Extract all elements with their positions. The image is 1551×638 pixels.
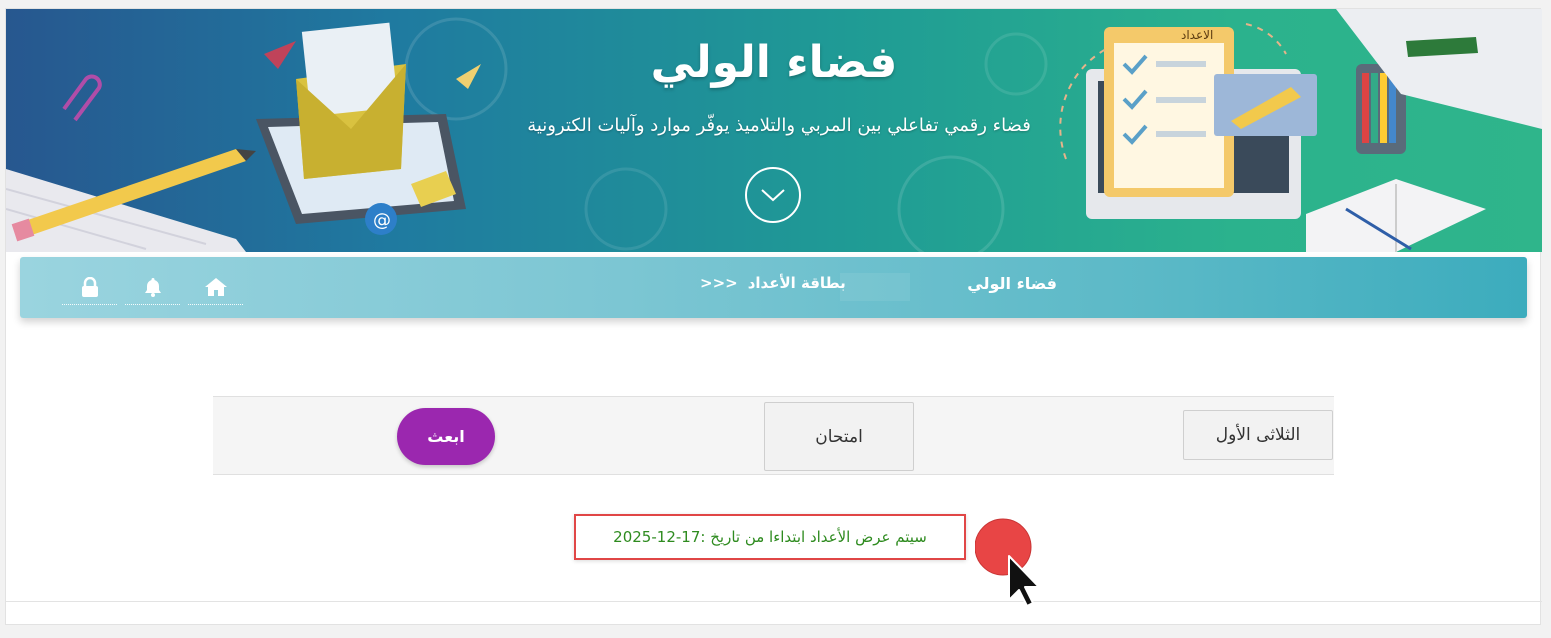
breadcrumb: بطاقة الأعداد <<< (700, 274, 846, 292)
nav-bar: بطاقة الأعداد <<< فضاء الولي (20, 257, 1527, 318)
hero-banner: @ الاعداد فضاء الولي فضاء رقمي تفاعلي بي… (6, 9, 1542, 252)
banner-subtitle: فضاء رقمي تفاعلي بين المربي والتلاميذ يو… (527, 115, 1031, 136)
lock-button[interactable] (62, 269, 117, 305)
nav-title[interactable]: فضاء الولي (967, 274, 1057, 293)
banner-title: فضاء الولي (650, 37, 898, 88)
home-icon (204, 277, 227, 296)
bell-icon (144, 277, 161, 297)
exam-type-select[interactable]: امتحان (764, 402, 914, 471)
lock-icon (81, 276, 98, 297)
grades-filter-form: الثلاثى الأول امتحان ابعث (213, 396, 1334, 475)
availability-notice: سيتم عرض الأعداد ابتداءا من تاريخ :17-12… (574, 514, 966, 560)
mouse-cursor-icon (975, 518, 1040, 607)
send-button[interactable]: ابعث (397, 408, 495, 465)
footer-divider (6, 601, 1542, 602)
nav-spacer (840, 273, 910, 301)
home-button[interactable] (188, 269, 243, 305)
notifications-button[interactable] (125, 269, 180, 305)
svg-text:@: @ (373, 210, 391, 231)
breadcrumb-separator: <<< (700, 274, 738, 292)
term-select[interactable]: الثلاثى الأول (1183, 410, 1333, 460)
page-frame: @ الاعداد فضاء الولي فضاء رقمي تفاعلي بي… (5, 8, 1542, 625)
scroll-down-button[interactable] (745, 167, 801, 223)
breadcrumb-current[interactable]: بطاقة الأعداد (748, 274, 846, 292)
chevron-down-icon (761, 189, 785, 202)
